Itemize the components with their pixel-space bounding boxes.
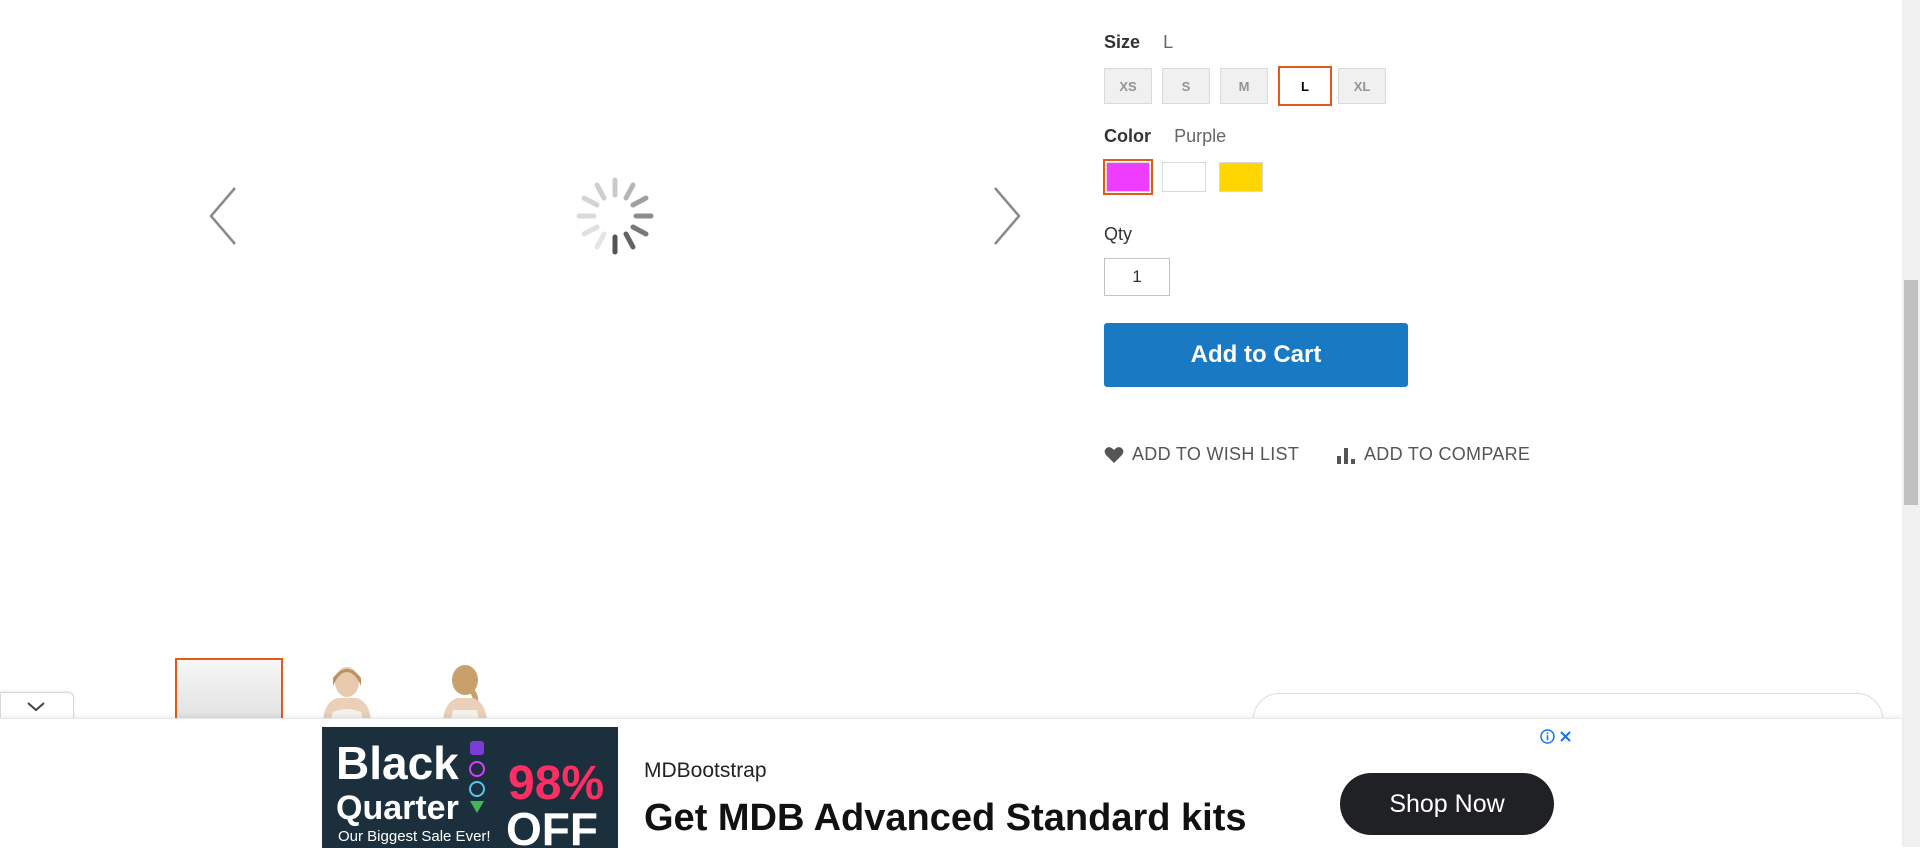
ad-image-off: OFF bbox=[506, 803, 598, 848]
page-scrollbar[interactable] bbox=[1902, 0, 1920, 847]
color-selected-value: Purple bbox=[1174, 126, 1227, 146]
thumbnail-model-front-image bbox=[293, 658, 401, 720]
ad-choices[interactable] bbox=[1540, 727, 1574, 745]
size-option-s[interactable]: S bbox=[1162, 68, 1210, 104]
color-attribute-header: Color Purple bbox=[1104, 126, 1226, 147]
add-to-compare-link[interactable]: Add to Compare bbox=[1336, 444, 1530, 465]
qty-label: Qty bbox=[1104, 224, 1133, 244]
ad-content[interactable]: Black Quarter Our Biggest Sale Ever! 98%… bbox=[322, 727, 1578, 848]
size-label: Size bbox=[1104, 32, 1141, 52]
bottom-ad-banner: Black Quarter Our Biggest Sale Ever! 98%… bbox=[0, 718, 1902, 848]
gallery-next-button[interactable] bbox=[985, 184, 1025, 248]
color-option-white[interactable] bbox=[1162, 162, 1206, 192]
ad-image-line2: Quarter bbox=[336, 789, 459, 827]
chevron-right-icon bbox=[994, 187, 1021, 245]
size-selected-value: L bbox=[1163, 32, 1174, 52]
compare-label: Add to Compare bbox=[1364, 444, 1531, 464]
thumbnail-1[interactable] bbox=[175, 658, 283, 720]
chevron-left-icon bbox=[209, 187, 236, 245]
size-option-xs[interactable]: XS bbox=[1104, 68, 1152, 104]
size-option-m[interactable]: M bbox=[1220, 68, 1268, 104]
ad-brand[interactable]: MDBootstrap bbox=[644, 759, 767, 783]
color-label: Color bbox=[1104, 126, 1151, 146]
ad-headline[interactable]: Get MDB Advanced Standard kits bbox=[644, 797, 1247, 840]
compare-bars-icon bbox=[1337, 447, 1355, 464]
thumbnail-2[interactable] bbox=[293, 658, 401, 720]
thumbnail-model-back-image bbox=[411, 658, 519, 720]
size-attribute-header: Size L bbox=[1104, 32, 1173, 53]
loading-spinner-icon bbox=[576, 177, 654, 255]
size-option-xl[interactable]: XL bbox=[1338, 68, 1386, 104]
close-icon[interactable] bbox=[1559, 730, 1572, 743]
shop-now-button[interactable]: Shop Now bbox=[1340, 773, 1554, 835]
ad-promo-graphic: Black Quarter Our Biggest Sale Ever! 98%… bbox=[322, 727, 618, 848]
heart-icon bbox=[1104, 446, 1124, 463]
chevron-down-icon bbox=[27, 702, 45, 712]
product-gallery bbox=[175, 0, 1035, 630]
scrollbar-thumb[interactable] bbox=[1904, 280, 1918, 505]
thumbnail-3[interactable] bbox=[411, 658, 519, 720]
wish-list-label: Add to Wish List bbox=[1132, 444, 1300, 464]
qty-input[interactable] bbox=[1104, 258, 1170, 296]
info-icon bbox=[1540, 728, 1555, 744]
color-option-purple[interactable] bbox=[1103, 159, 1153, 195]
gallery-prev-button[interactable] bbox=[205, 184, 245, 248]
ad-image[interactable]: Black Quarter Our Biggest Sale Ever! 98%… bbox=[322, 727, 618, 848]
color-option-yellow[interactable] bbox=[1219, 162, 1263, 192]
add-to-wish-list-link[interactable]: Add to Wish List bbox=[1104, 444, 1299, 465]
add-to-cart-button[interactable]: Add to Cart bbox=[1104, 323, 1408, 387]
collapse-toggle-button[interactable] bbox=[0, 692, 74, 721]
ad-image-line3: Our Biggest Sale Ever! bbox=[338, 828, 491, 845]
size-option-l[interactable]: L bbox=[1278, 66, 1332, 106]
ad-image-line1: Black bbox=[336, 737, 459, 789]
